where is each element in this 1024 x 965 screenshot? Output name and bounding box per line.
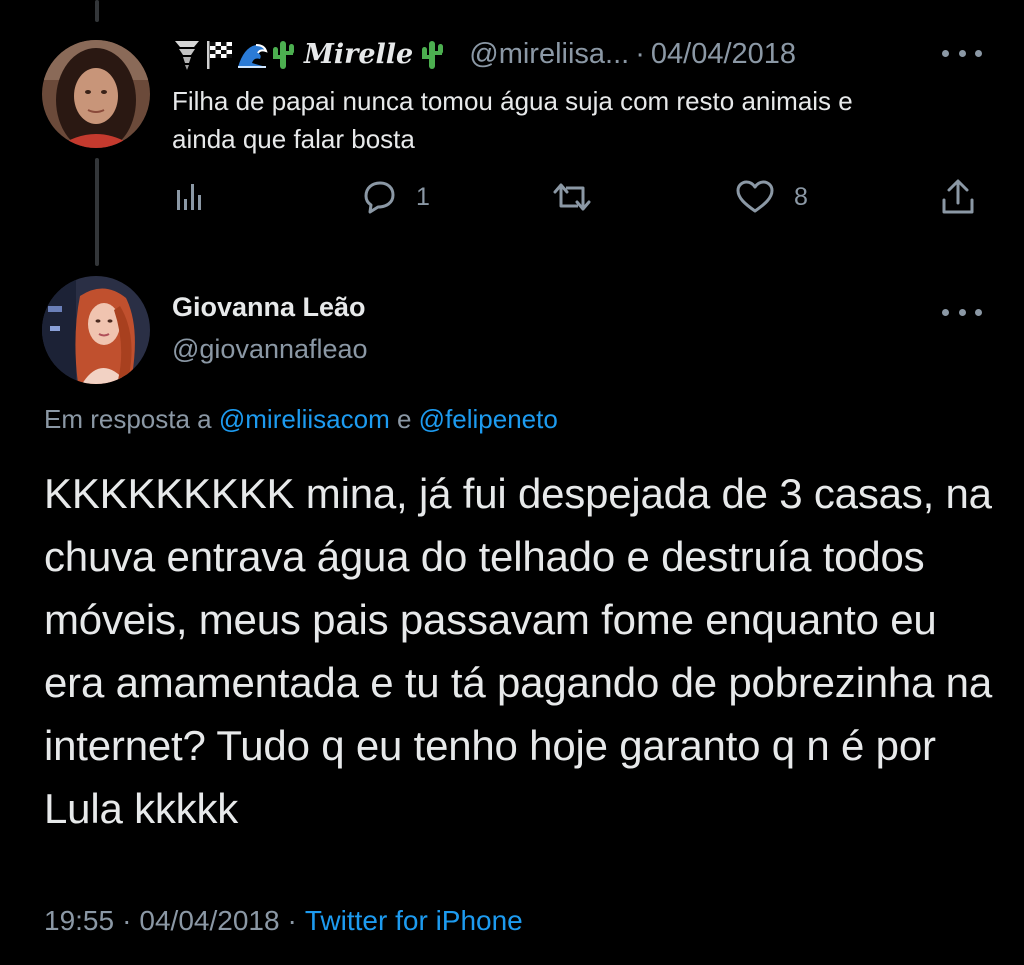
tornado-emoji-icon [175,41,199,70]
name-emoji-strip [172,37,298,71]
reply-context: Em resposta a @mireliisacom e @felipenet… [44,404,558,435]
share-icon [942,179,974,214]
reply-button[interactable]: 1 [360,176,430,218]
avatar-photo-giovanna [42,276,150,384]
name-emoji-suffix [419,37,447,71]
cactus-emoji-icon [422,41,444,69]
tweet-metadata: 19:55 · 04/04/2018 · Twitter for iPhone [44,905,523,937]
analytics-button[interactable] [174,176,204,218]
reply-mention-link[interactable]: @felipeneto [419,404,558,434]
tweet-date[interactable]: 04/04/2018 [651,38,796,71]
avatar[interactable] [42,40,150,148]
thread-line-top [95,0,99,22]
heart-icon [736,180,774,213]
author-display-name[interactable]: Giovanna Leão [172,292,366,323]
retweet-icon [553,183,591,211]
parent-tweet-text: Filha de papai nunca tomou água suja com… [172,86,853,154]
more-dot-icon [958,49,966,57]
reply-count: 1 [416,182,430,211]
more-dot-icon [942,308,949,316]
more-options-button[interactable] [942,43,982,63]
author-handle[interactable]: @mireliisa... [469,38,629,71]
retweet-button[interactable] [552,176,592,218]
more-dot-icon [942,49,949,57]
share-button[interactable] [940,176,976,218]
reply-conjunction: e [396,404,412,434]
bar-chart-icon [177,184,201,210]
like-count: 8 [794,182,808,211]
avatar[interactable] [42,276,150,384]
author-handle[interactable]: @giovannafleao [172,334,368,365]
parent-tweet-header: Mirelle @mireliisa... · 04/04/2018 [172,32,796,76]
thread-line-connector [95,158,99,266]
like-button[interactable]: 8 [734,176,808,218]
wave-emoji-icon [238,44,268,68]
reply-prefix: Em resposta a [44,404,212,434]
avatar-photo-mirelle [42,40,150,148]
reply-mention-link[interactable]: @mireliisacom [219,404,390,434]
more-dot-icon [975,49,982,57]
checkered-flag-emoji-icon [207,41,232,69]
author-display-name[interactable]: Mirelle [304,39,413,70]
main-tweet-text: KKKKKKKKK mina, já fui despejada de 3 ca… [44,470,992,832]
separator-dot: · [287,905,297,936]
tweet-time[interactable]: 19:55 [44,905,114,936]
tweet-source-link[interactable]: Twitter for iPhone [305,905,523,936]
separator-dot: · [122,905,132,936]
tweet-date[interactable]: 04/04/2018 [139,905,279,936]
more-dot-icon [975,308,982,316]
more-dot-icon [958,308,966,316]
separator-dot: · [635,37,645,70]
reply-bubble-icon [364,181,395,214]
cactus-emoji-icon [273,41,294,69]
parent-tweet-actions: 1 8 [172,176,984,218]
more-options-button[interactable] [942,302,982,322]
